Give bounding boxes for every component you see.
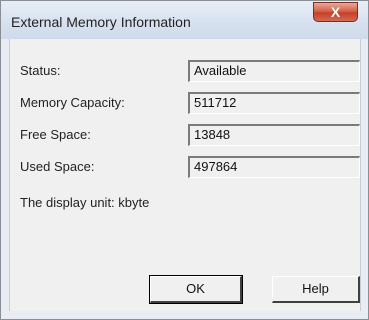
status-field: Available bbox=[188, 60, 360, 82]
dialog-content: Status: Available Memory Capacity: 51171… bbox=[9, 39, 361, 311]
close-button[interactable]: X bbox=[313, 2, 358, 22]
used-space-field: 497864 bbox=[188, 156, 360, 178]
unit-note: The display unit: kbyte bbox=[20, 195, 150, 210]
title-bar[interactable]: External Memory Information X bbox=[1, 1, 368, 39]
status-label: Status: bbox=[20, 63, 61, 78]
free-space-field: 13848 bbox=[188, 124, 360, 146]
help-button[interactable]: Help bbox=[272, 276, 360, 303]
free-space-label: Free Space: bbox=[20, 127, 91, 142]
close-icon: X bbox=[330, 4, 341, 20]
external-memory-dialog: External Memory Information X Status: Av… bbox=[0, 0, 369, 320]
used-space-label: Used Space: bbox=[20, 159, 95, 174]
window-title: External Memory Information bbox=[11, 14, 191, 30]
memory-capacity-label: Memory Capacity: bbox=[20, 95, 125, 110]
memory-capacity-field: 511712 bbox=[188, 92, 360, 114]
ok-button[interactable]: OK bbox=[149, 275, 243, 304]
